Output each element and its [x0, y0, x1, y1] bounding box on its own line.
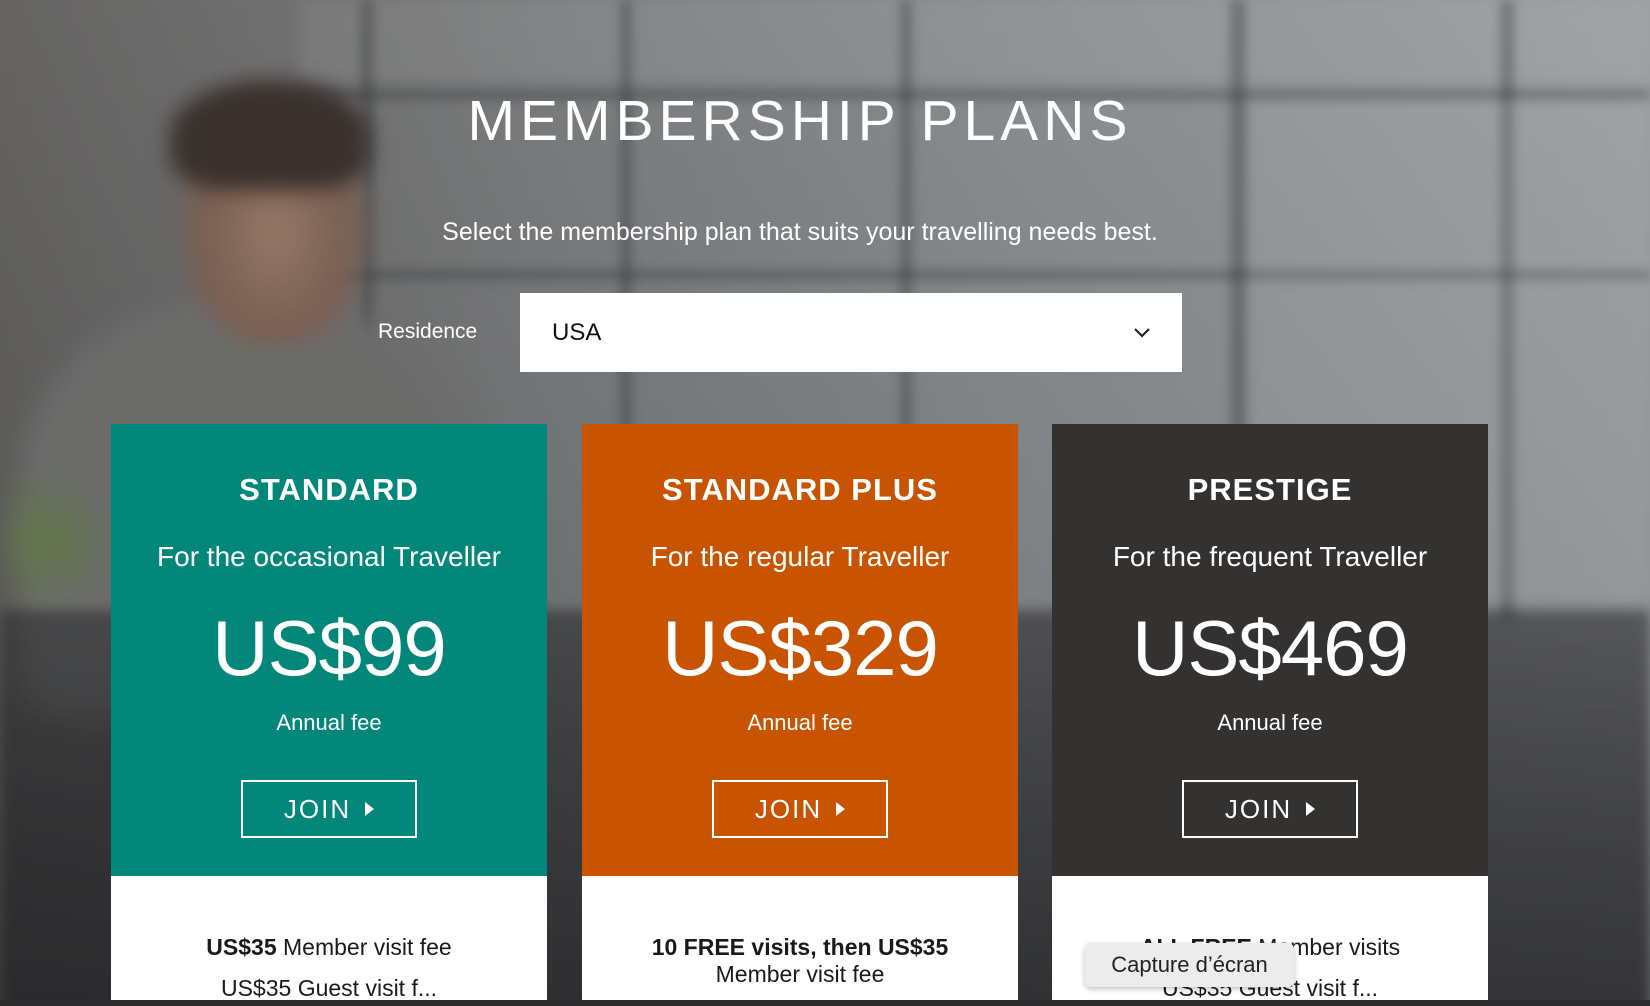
join-button-prestige[interactable]: JOIN [1182, 780, 1358, 838]
join-label: JOIN [1224, 793, 1293, 824]
residence-label: Residence [378, 320, 478, 343]
feature-line-cut: US$35 Guest visit f... [220, 975, 438, 1001]
plan-card-prestige: PRESTIGE For the frequent Traveller US$4… [1052, 424, 1488, 1006]
feature-line: US$35 Member visit fee [206, 934, 451, 961]
join-label: JOIN [283, 793, 352, 824]
caret-right-icon [1306, 802, 1316, 816]
join-button-standard-plus[interactable]: JOIN [712, 780, 888, 838]
plan-card-standard-plus: STANDARD PLUS For the regular Traveller … [582, 424, 1018, 1006]
plan-card-header: STANDARD For the occasional Traveller US… [111, 424, 547, 876]
page-title: MEMBERSHIP PLANS [467, 89, 1133, 153]
chevron-down-icon [1132, 323, 1152, 343]
plan-features: US$35 Member visit fee US$35 Guest visit… [111, 876, 547, 1006]
join-button-standard[interactable]: JOIN [241, 780, 417, 838]
plan-card-header: STANDARD PLUS For the regular Traveller … [582, 424, 1018, 876]
caret-right-icon [365, 802, 375, 816]
plan-card-standard: STANDARD For the occasional Traveller US… [111, 424, 547, 1006]
plan-price: US$99 [212, 604, 446, 692]
plan-price: US$329 [662, 604, 939, 692]
plan-tagline: For the frequent Traveller [1112, 541, 1428, 572]
plan-name: PRESTIGE [1187, 472, 1353, 507]
window-bottom-edge [0, 1000, 1650, 1006]
page-subtitle: Select the membership plan that suits yo… [442, 218, 1158, 246]
residence-select[interactable]: USA [520, 293, 1182, 372]
plan-card-header: PRESTIGE For the frequent Traveller US$4… [1052, 424, 1488, 876]
feature-text: Member visit fee [276, 934, 452, 960]
plan-tagline: For the occasional Traveller [157, 541, 501, 572]
plan-price: US$469 [1132, 604, 1409, 692]
plan-name: STANDARD [239, 472, 419, 507]
screenshot-tooltip: Capture d’écran [1085, 943, 1294, 987]
plan-tagline: For the regular Traveller [650, 541, 950, 572]
residence-selected-value: USA [552, 318, 602, 346]
plan-fee-label: Annual fee [1217, 710, 1323, 735]
caret-right-icon [836, 802, 846, 816]
feature-text: Member visit fee [715, 961, 885, 987]
plan-fee-label: Annual fee [276, 710, 382, 735]
feature-bold: 10 FREE visits, then US$35 [651, 934, 949, 960]
plan-fee-label: Annual fee [747, 710, 853, 735]
join-label: JOIN [754, 793, 823, 824]
feature-line: 10 FREE visits, then US$35 [652, 934, 949, 961]
plan-features: 10 FREE visits, then US$35 Member visit … [582, 876, 1018, 1006]
plan-name: STANDARD PLUS [662, 472, 938, 507]
feature-bold: US$35 [206, 934, 277, 960]
